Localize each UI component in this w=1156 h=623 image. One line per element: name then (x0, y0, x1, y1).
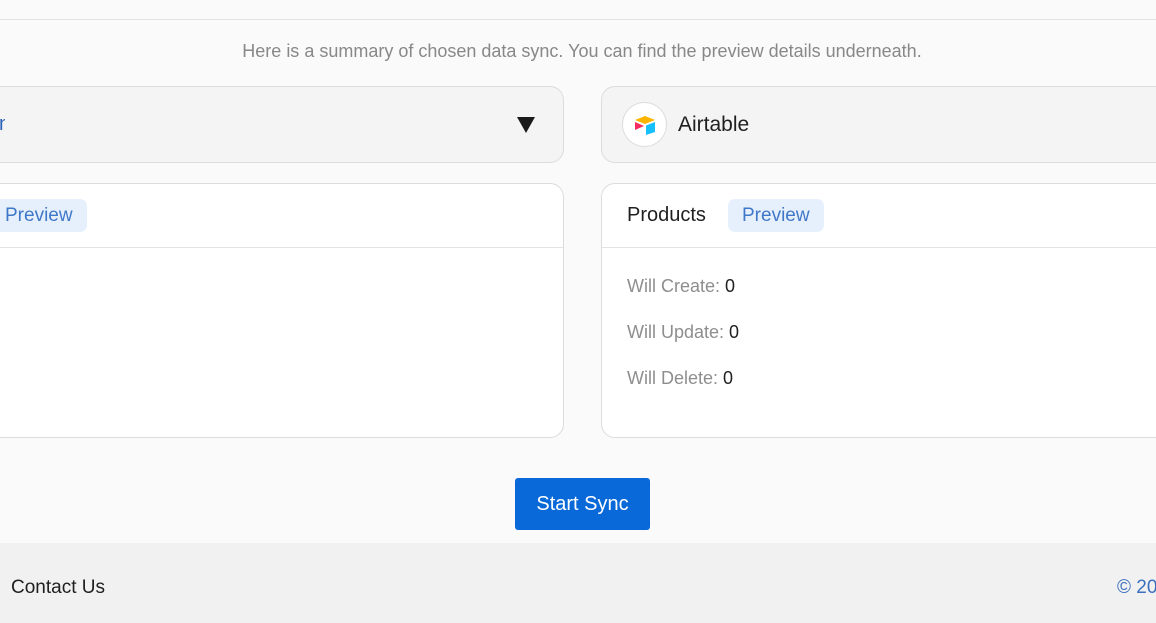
destination-table-name: Products (627, 204, 706, 226)
source-preview-button[interactable]: Preview (0, 199, 87, 232)
will-create-stat: Will Create: 0 (627, 276, 735, 297)
will-delete-stat: Will Delete: 0 (627, 368, 733, 389)
will-delete-label: Will Delete: (627, 368, 719, 388)
will-create-value: 0 (725, 276, 736, 296)
source-preview-card: Preview (0, 183, 564, 438)
header-divider (0, 19, 1156, 20)
will-update-value: 0 (729, 322, 740, 342)
destination-app-header: Airtable (601, 86, 1156, 163)
start-sync-button[interactable]: Start Sync (515, 478, 650, 530)
will-update-label: Will Update: (627, 322, 725, 342)
source-app-selector[interactable]: n (0, 86, 564, 163)
footer: Contact Us © 20 (0, 543, 1156, 623)
will-create-label: Will Create: (627, 276, 721, 296)
will-delete-value: 0 (723, 368, 734, 388)
source-app-name: n (0, 113, 5, 136)
contact-us-link[interactable]: Contact Us (11, 577, 105, 599)
will-update-stat: Will Update: 0 (627, 322, 739, 343)
card-divider (602, 247, 1156, 248)
summary-text: Here is a summary of chosen data sync. Y… (242, 41, 922, 61)
card-divider (0, 247, 563, 248)
destination-preview-card: Products Preview (601, 183, 1156, 438)
destination-preview-button[interactable]: Preview (728, 199, 824, 232)
sync-summary-page: Here is a summary of chosen data sync. Y… (0, 0, 1156, 623)
destination-app-name: Airtable (678, 113, 750, 136)
caret-down-icon[interactable] (517, 117, 535, 133)
airtable-logo-icon (622, 102, 667, 147)
copyright-text: © 20 (1117, 577, 1156, 598)
